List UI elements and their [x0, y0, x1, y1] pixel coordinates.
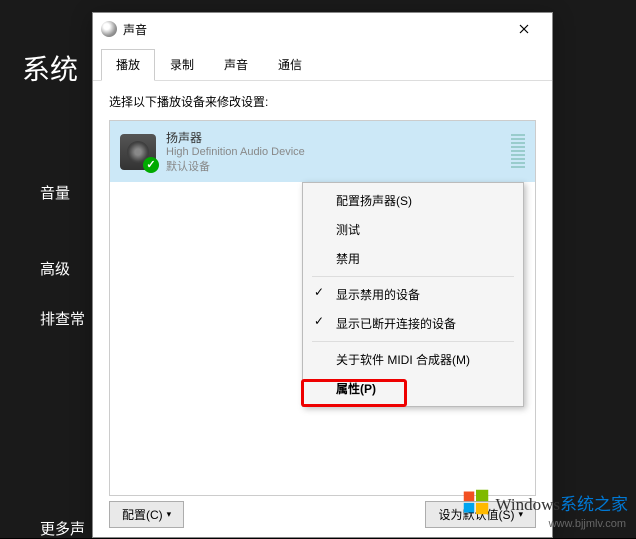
watermark-url: www.bjjmlv.com [549, 518, 626, 530]
device-name: 扬声器 [166, 129, 511, 146]
watermark-brand: Windows系统之家 [496, 490, 628, 515]
sidebar-item-more-sound[interactable]: 更多声 [40, 518, 85, 539]
menu-configure-speakers[interactable]: 配置扬声器(S) [306, 186, 520, 215]
device-status: 默认设备 [166, 158, 511, 174]
tab-communications[interactable]: 通信 [263, 49, 317, 80]
device-item-speakers[interactable]: ✓ 扬声器 High Definition Audio Device 默认设备 [110, 121, 535, 182]
menu-test[interactable]: 测试 [306, 215, 520, 244]
device-icon-wrap: ✓ [120, 134, 156, 170]
dialog-title: 声音 [123, 21, 504, 38]
tab-strip: 播放 录制 声音 通信 [93, 45, 552, 81]
check-icon: ✓ [314, 314, 324, 328]
check-icon: ✓ [314, 285, 324, 299]
menu-separator [312, 341, 514, 342]
windows-logo-icon [462, 488, 490, 516]
settings-page-title: 系统 [22, 48, 78, 88]
sidebar-item-troubleshoot[interactable]: 排查常 [40, 308, 85, 329]
context-menu: 配置扬声器(S) 测试 禁用 ✓显示禁用的设备 ✓显示已断开连接的设备 关于软件… [302, 182, 524, 407]
menu-separator [312, 276, 514, 277]
instruction-text: 选择以下播放设备来修改设置: [109, 93, 536, 110]
sound-icon [101, 21, 117, 37]
menu-about-midi[interactable]: 关于软件 MIDI 合成器(M) [306, 345, 520, 374]
tab-recording[interactable]: 录制 [155, 49, 209, 80]
sidebar-item-advanced[interactable]: 高级 [40, 258, 70, 279]
tab-playback[interactable]: 播放 [101, 49, 155, 81]
desktop-edge [564, 0, 636, 538]
menu-show-disconnected[interactable]: ✓显示已断开连接的设备 [306, 309, 520, 338]
configure-button[interactable]: 配置(C)▾ [109, 501, 184, 528]
chevron-down-icon: ▾ [167, 509, 172, 520]
titlebar[interactable]: 声音 [93, 13, 552, 45]
menu-show-disabled[interactable]: ✓显示禁用的设备 [306, 280, 520, 309]
close-icon [519, 24, 529, 34]
tab-sounds[interactable]: 声音 [209, 49, 263, 80]
menu-disable[interactable]: 禁用 [306, 244, 520, 273]
sidebar-item-volume[interactable]: 音量 [40, 182, 70, 203]
watermark: Windows系统之家 [462, 488, 628, 516]
default-check-icon: ✓ [143, 157, 159, 173]
close-button[interactable] [504, 15, 544, 43]
device-text: 扬声器 High Definition Audio Device 默认设备 [166, 129, 511, 174]
menu-properties[interactable]: 属性(P) [306, 374, 520, 403]
device-description: High Definition Audio Device [166, 146, 511, 158]
level-meter [511, 134, 525, 170]
